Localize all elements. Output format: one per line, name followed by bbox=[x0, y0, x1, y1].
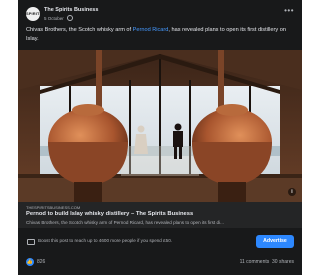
thumbs-up-icon[interactable]: 👍 bbox=[26, 258, 34, 266]
link-preview[interactable]: THESPIRITSBUSINESS.COM Pernod to build I… bbox=[18, 202, 302, 228]
reaction-count[interactable]: 826 bbox=[37, 259, 45, 265]
link-title[interactable]: Pernod to build Islay whisky distillery … bbox=[26, 211, 193, 217]
post-text-start: Chivas Brothers, the Scotch whisky arm o… bbox=[26, 27, 133, 33]
post-stats: 👍 826 11 comments 30 shares bbox=[18, 256, 302, 270]
post-date[interactable]: 5 October bbox=[44, 16, 64, 21]
advertise-button[interactable]: Advertise bbox=[256, 235, 294, 248]
boost-bar: Boost this post to reach up to 4600 more… bbox=[18, 232, 302, 250]
pernod-ricard-link[interactable]: Pernod Ricard bbox=[133, 27, 169, 33]
comments-shares: 11 comments 30 shares bbox=[240, 259, 294, 265]
link-description: Chivas Brothers, the Scotch whisky arm o… bbox=[26, 220, 224, 225]
page-name[interactable]: The Spirits Business bbox=[44, 7, 98, 13]
info-icon[interactable]: i bbox=[288, 188, 296, 196]
page-avatar[interactable]: SPIRITS bbox=[26, 7, 40, 21]
post-image[interactable]: i bbox=[18, 50, 302, 202]
boost-icon bbox=[27, 239, 35, 245]
post-header: SPIRITS The Spirits Business 5 October •… bbox=[18, 5, 302, 21]
globe-icon bbox=[67, 15, 74, 21]
shares-count[interactable]: 30 shares bbox=[272, 259, 294, 265]
facebook-post-card: SPIRITS The Spirits Business 5 October •… bbox=[18, 0, 302, 275]
post-meta: 5 October bbox=[44, 15, 74, 21]
link-domain: THESPIRITSBUSINESS.COM bbox=[26, 205, 81, 210]
boost-text: Boost this post to reach up to 4600 more… bbox=[38, 238, 173, 243]
distillery-illustration bbox=[18, 50, 302, 202]
more-options-button[interactable]: ••• bbox=[284, 7, 294, 15]
post-text: Chivas Brothers, the Scotch whisky arm o… bbox=[26, 26, 296, 43]
comments-count[interactable]: 11 comments bbox=[240, 259, 270, 265]
